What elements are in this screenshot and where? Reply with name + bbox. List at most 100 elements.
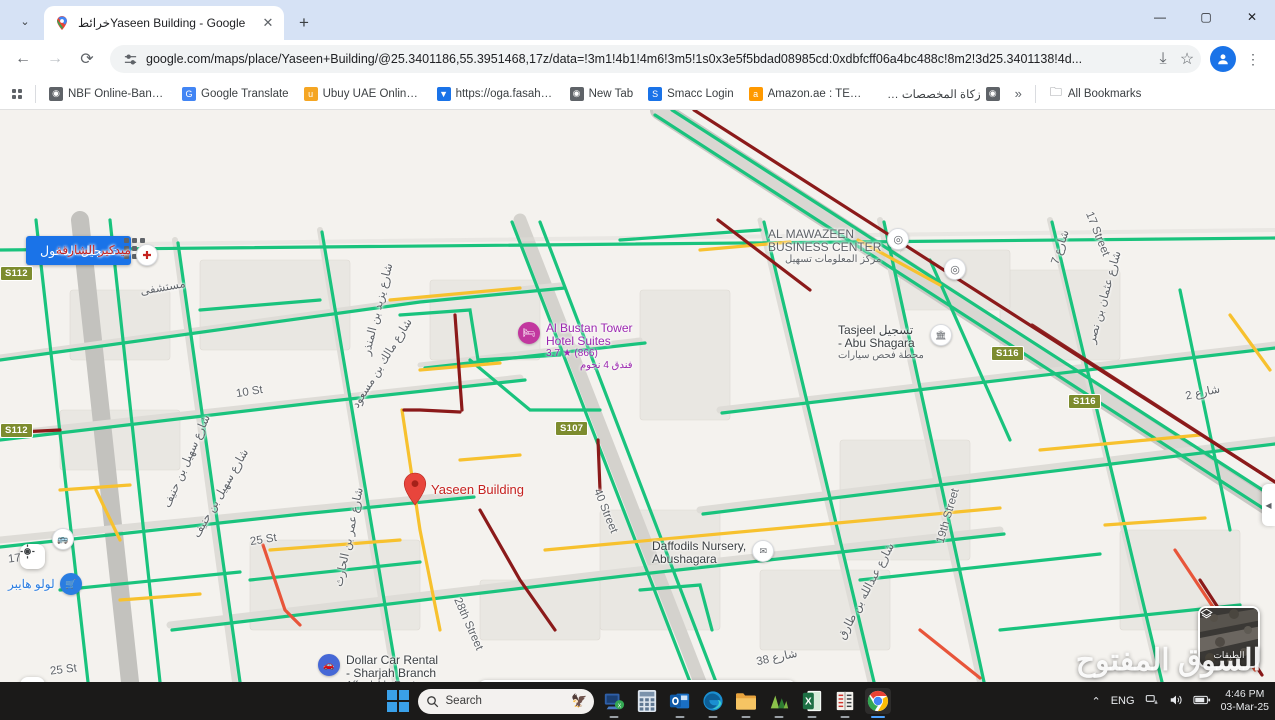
translate-icon: G	[182, 86, 196, 101]
taskbar-clock[interactable]: 4:46 PM 03-Mar-25	[1221, 688, 1269, 714]
site-settings-icon[interactable]	[122, 51, 138, 67]
bus-stop-icon[interactable]: 🚌	[52, 528, 74, 550]
address-bar[interactable]: google.com/maps/place/Yaseen+Building/@2…	[110, 45, 1201, 73]
bookmark-item[interactable]: ◉ NBF Online-Banking...	[43, 84, 173, 104]
folder-icon: 🗀	[1049, 85, 1062, 99]
bookmark-label: New Tab	[588, 87, 634, 100]
windows-taskbar: Search 🦅 X X ⌃ ENG 4:46 PM 03-Mar-25	[0, 682, 1275, 720]
tab-title: خرائطYaseen Building - Google	[78, 16, 246, 30]
file-explorer-icon[interactable]	[733, 688, 759, 718]
my-location-button[interactable]	[20, 544, 45, 569]
excel-icon[interactable]: X	[799, 688, 825, 718]
globe-icon: ◉	[49, 86, 63, 101]
selected-place-label: Yaseen Building	[431, 482, 524, 497]
url-text: google.com/maps/place/Yaseen+Building/@2…	[146, 52, 1083, 66]
globe-icon: ◉	[985, 86, 1000, 101]
globe-icon: ◉	[569, 86, 584, 101]
taskbar-search-box[interactable]: Search 🦅	[417, 688, 594, 714]
chrome-menu-button[interactable]: ⋮	[1239, 45, 1267, 73]
install-app-icon[interactable]: ⤓	[1155, 50, 1171, 67]
apps-grid-icon[interactable]	[6, 86, 28, 102]
divider	[1034, 84, 1036, 103]
taskbar-center-group: Search 🦅 X X	[385, 688, 891, 718]
close-tab-icon[interactable]: ✕	[260, 15, 276, 31]
volume-icon[interactable]	[1169, 693, 1183, 710]
tab-search-button[interactable]: ⌄	[10, 6, 40, 36]
calculator-icon[interactable]	[634, 688, 660, 714]
charts-app-icon[interactable]	[766, 688, 792, 718]
network-icon[interactable]	[1145, 693, 1159, 710]
reload-button[interactable]: ⟳	[72, 44, 102, 74]
chrome-icon[interactable]	[864, 688, 891, 718]
bookmark-item[interactable]: u Ubuy UAE Online S...	[298, 84, 428, 104]
road-shield: S116	[991, 346, 1024, 361]
bookmark-item[interactable]: ▼ https://oga.fasah.sa...	[431, 84, 561, 104]
map-canvas[interactable]: .bld { fill:#e9e7e2; stroke:#ddd9d2; str…	[0, 110, 1275, 682]
windows-start-button[interactable]	[385, 688, 411, 714]
tray-expand-chevron-icon[interactable]: ⌃	[1092, 695, 1101, 708]
amazon-icon: a	[748, 86, 763, 101]
svg-text:X: X	[804, 697, 811, 708]
road-shield: S107	[555, 421, 589, 436]
road-shield: S112	[0, 266, 33, 281]
road-shield: S112	[0, 423, 33, 438]
bookmark-label: https://oga.fasah.sa...	[455, 87, 555, 100]
forward-button[interactable]: →	[40, 44, 70, 74]
avatar	[1210, 46, 1236, 72]
bookmark-item[interactable]: S Smacc Login	[642, 84, 739, 104]
teams-icon[interactable]: X	[601, 688, 627, 718]
business-pin-icon-2[interactable]: ◎	[944, 258, 966, 280]
profile-avatar-button[interactable]	[1209, 45, 1237, 73]
toolbar-right: ⋮	[1209, 45, 1267, 73]
close-window-button[interactable]: ✕	[1229, 0, 1275, 34]
bookmark-item[interactable]: a Amazon.ae : TERMI...	[743, 84, 873, 104]
browser-window: ⌄ خرائطYaseen Building - Google ✕ + — ▢ …	[0, 0, 1275, 110]
edge-icon[interactable]	[700, 688, 726, 718]
bookmark-item[interactable]: ◉ New Tab	[564, 84, 640, 104]
bookmark-label: NBF Online-Banking...	[68, 87, 167, 100]
dictionary-icon[interactable]	[832, 688, 858, 718]
maximize-button[interactable]: ▢	[1183, 0, 1229, 34]
browser-tab[interactable]: خرائطYaseen Building - Google ✕	[44, 6, 284, 40]
browser-toolbar: ← → ⟳ google.com/maps/place/Yaseen+Build…	[0, 40, 1275, 78]
bookmarks-bar: ◉ NBF Online-Banking... G Google Transla…	[0, 78, 1275, 110]
clock-time: 4:46 PM	[1225, 688, 1265, 700]
new-tab-button[interactable]: +	[290, 9, 318, 37]
window-controls: — ▢ ✕	[1137, 0, 1275, 40]
bookmarks-overflow-button[interactable]: »	[1009, 83, 1028, 104]
all-bookmarks-button[interactable]: 🗀 All Bookmarks	[1043, 84, 1148, 104]
road-shield: S116	[1068, 394, 1101, 409]
google-apps-grid-icon[interactable]	[124, 238, 145, 259]
bird-mascot-icon: 🦅	[571, 693, 588, 708]
search-placeholder: Search	[445, 695, 482, 707]
selected-place-marker[interactable]	[402, 472, 428, 506]
language-indicator[interactable]: ENG	[1111, 695, 1135, 707]
fasah-icon: ▼	[436, 86, 451, 101]
layers-stack-icon	[1200, 608, 1213, 619]
bookmark-label: Amazon.ae : TERMI...	[767, 87, 867, 100]
layers-button[interactable]: الطبقات	[1198, 606, 1260, 668]
sign-in-button[interactable]: تسجيل الدخول	[26, 236, 131, 265]
bookmark-label: Smacc Login	[667, 87, 734, 100]
minimize-button[interactable]: —	[1137, 0, 1183, 34]
smacc-icon: S	[648, 86, 663, 101]
layers-label: الطبقات	[1213, 650, 1245, 660]
google-maps-favicon	[54, 15, 70, 31]
tab-strip: ⌄ خرائطYaseen Building - Google ✕ + — ▢ …	[0, 0, 1275, 40]
ubuy-icon: u	[303, 86, 318, 101]
search-icon	[426, 695, 438, 707]
clock-date: 03-Mar-25	[1220, 701, 1269, 713]
outlook-icon[interactable]	[667, 688, 693, 718]
bookmark-label: Ubuy UAE Online S...	[322, 87, 422, 100]
battery-icon[interactable]	[1192, 694, 1211, 709]
back-button[interactable]: ←	[8, 44, 38, 74]
svg-text:X: X	[617, 703, 621, 709]
bookmark-item[interactable]: G Google Translate	[176, 84, 295, 104]
bookmark-star-icon[interactable]: ☆	[1179, 51, 1195, 68]
overflow-chevron-icon: »	[1014, 86, 1022, 101]
collapse-panel-button[interactable]: ◀	[1262, 484, 1275, 526]
system-tray: ⌃ ENG 4:46 PM 03-Mar-25	[1092, 688, 1270, 714]
divider	[35, 84, 36, 103]
bookmark-label: Google Translate	[201, 87, 289, 100]
bookmark-item[interactable]: ◉ زكاة المخصصات والا...	[876, 84, 1006, 104]
